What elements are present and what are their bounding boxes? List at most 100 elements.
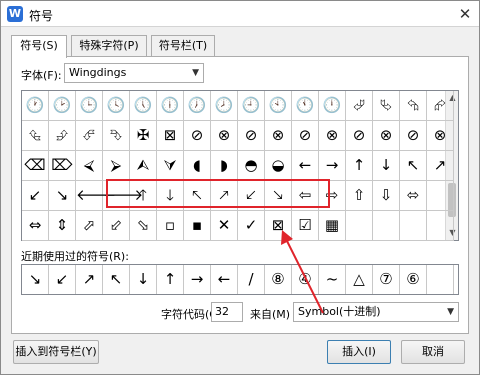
symbol-cell[interactable]: 🕛	[319, 91, 346, 121]
symbol-cell[interactable]: 🡐	[76, 181, 116, 211]
symbol-cell[interactable]: ◒	[265, 151, 292, 181]
symbol-cell[interactable]: ↗	[427, 151, 454, 181]
symbol-cell[interactable]: ⊘	[346, 121, 373, 151]
symbol-cell[interactable]: ✓	[238, 211, 265, 241]
symbol-cell[interactable]: ←	[292, 151, 319, 181]
symbol-cell[interactable]: ⮵	[49, 121, 76, 151]
symbol-cell[interactable]: ⇦	[292, 181, 319, 211]
recent-symbol-cell[interactable]: /	[238, 265, 265, 294]
symbol-cell[interactable]	[373, 211, 400, 241]
symbol-cell[interactable]: ⬂	[130, 211, 157, 241]
tab-symbol-bar[interactable]: 符号栏(T)	[151, 35, 215, 57]
symbol-cell[interactable]: ⇨	[319, 181, 346, 211]
symbol-cell[interactable]: ◖	[184, 151, 211, 181]
symbol-cell[interactable]: ⮙	[130, 151, 157, 181]
recent-symbol-cell[interactable]: ⑥	[400, 265, 427, 294]
symbol-cell[interactable]: ↙	[22, 181, 49, 211]
recent-symbol-cell[interactable]: ↗	[76, 265, 103, 294]
symbol-cell[interactable]: 🕗	[211, 91, 238, 121]
recent-symbol-cell[interactable]: ↑	[157, 265, 184, 294]
recent-symbol-cell[interactable]: ←	[211, 265, 238, 294]
symbol-cell[interactable]: 🕚	[292, 91, 319, 121]
symbol-cell[interactable]: ↘	[49, 181, 76, 211]
recent-symbol-cell[interactable]: →	[184, 265, 211, 294]
symbol-cell[interactable]: ⊘	[292, 121, 319, 151]
symbol-cell[interactable]: ⊗	[265, 121, 292, 151]
symbol-cell[interactable]: ⊘	[184, 121, 211, 151]
symbol-cell[interactable]: 🡖	[265, 181, 292, 211]
symbol-cell[interactable]: ⮷	[103, 121, 130, 151]
symbol-cell[interactable]: ⮲	[400, 91, 427, 121]
symbol-cell[interactable]: 🡓	[157, 181, 184, 211]
symbol-cell[interactable]: ⌦	[49, 151, 76, 181]
symbol-cell[interactable]	[400, 211, 427, 241]
symbol-cell[interactable]: ⮘	[76, 151, 103, 181]
tab-symbols[interactable]: 符号(S)	[11, 35, 67, 58]
recent-symbol-cell[interactable]: ④	[292, 265, 319, 294]
symbol-cell[interactable]: 🕙	[265, 91, 292, 121]
symbol-cell[interactable]: ◓	[238, 151, 265, 181]
recent-symbol-cell[interactable]: ↓	[130, 265, 157, 294]
symbol-cell[interactable]	[427, 211, 454, 241]
symbol-cell[interactable]: ⮳	[427, 91, 454, 121]
symbol-cell[interactable]: ⇧	[346, 181, 373, 211]
symbol-cell[interactable]	[427, 181, 454, 211]
symbol-cell[interactable]: ⊗	[319, 121, 346, 151]
symbol-cell[interactable]: ☑	[292, 211, 319, 241]
symbol-cell[interactable]: 🕕	[157, 91, 184, 121]
symbol-cell[interactable]: 🕑	[49, 91, 76, 121]
symbol-cell[interactable]: 🕐	[22, 91, 49, 121]
symbol-cell[interactable]: ⊗	[427, 121, 454, 151]
symbol-cell[interactable]: 🡒	[103, 181, 143, 211]
symbol-cell[interactable]	[346, 211, 373, 241]
close-icon[interactable]: ✕	[457, 6, 473, 22]
symbol-cell[interactable]: ▪	[184, 211, 211, 241]
from-select[interactable]: Symbol(十进制) ▼	[293, 302, 459, 322]
symbol-cell[interactable]: ⊠	[265, 211, 292, 241]
symbol-cell[interactable]: ↑	[346, 151, 373, 181]
recent-symbol-cell[interactable]	[427, 265, 454, 294]
recent-symbol-cell[interactable]: ⑧	[265, 265, 292, 294]
symbol-cell[interactable]: ⊘	[238, 121, 265, 151]
symbol-cell[interactable]: →	[319, 151, 346, 181]
symbol-cell[interactable]: ⮴	[22, 121, 49, 151]
cancel-button[interactable]: 取消	[401, 340, 465, 364]
recent-symbol-cell[interactable]: ⑦	[373, 265, 400, 294]
symbol-cell[interactable]: ⬃	[103, 211, 130, 241]
symbol-cell[interactable]: ⇔	[22, 211, 49, 241]
recent-symbol-cell[interactable]: ↙	[49, 265, 76, 294]
symbol-cell[interactable]: 🕔	[130, 91, 157, 121]
symbol-cell[interactable]: ↓	[373, 151, 400, 181]
symbol-cell[interactable]: ⊘	[400, 121, 427, 151]
symbol-cell[interactable]: ⊠	[157, 121, 184, 151]
symbol-cell[interactable]: ⌫	[22, 151, 49, 181]
symbol-cell[interactable]: 🡔	[184, 181, 211, 211]
insert-button[interactable]: 插入(I)	[327, 340, 391, 364]
symbol-cell[interactable]: ⬄	[400, 181, 427, 211]
symbol-cell[interactable]: ▦	[319, 211, 346, 241]
symbol-cell[interactable]: 🕒	[76, 91, 103, 121]
recent-symbol-cell[interactable]: ↘	[22, 265, 49, 294]
recent-symbol-cell[interactable]: △	[346, 265, 373, 294]
symbol-cell[interactable]: 🡕	[211, 181, 238, 211]
insert-to-symbol-bar-button[interactable]: 插入到符号栏(Y)	[13, 340, 99, 364]
symbol-cell[interactable]: ⊗	[373, 121, 400, 151]
symbol-cell[interactable]: 🡗	[238, 181, 265, 211]
symbol-cell[interactable]: ⇕	[49, 211, 76, 241]
symbol-cell[interactable]: 🡑	[130, 181, 157, 211]
symbol-cell[interactable]: ⬀	[76, 211, 103, 241]
symbol-cell[interactable]: ⮶	[76, 121, 103, 151]
symbol-cell[interactable]: ⮱	[373, 91, 400, 121]
symbol-cell[interactable]: ⇩	[373, 181, 400, 211]
symbol-cell[interactable]: ⊗	[211, 121, 238, 151]
symbol-cell[interactable]: 🕓	[103, 91, 130, 121]
char-code-input[interactable]: 32	[211, 302, 243, 322]
symbol-cell[interactable]: ✕	[211, 211, 238, 241]
symbol-cell[interactable]: ◗	[211, 151, 238, 181]
symbol-cell[interactable]: 🕖	[184, 91, 211, 121]
symbol-cell[interactable]: ⮚	[103, 151, 130, 181]
tab-special-characters[interactable]: 特殊字符(P)	[71, 35, 147, 57]
recent-symbol-cell[interactable]: ↖	[103, 265, 130, 294]
symbol-cell[interactable]: ⮰	[346, 91, 373, 121]
symbol-cell[interactable]: ↖	[400, 151, 427, 181]
